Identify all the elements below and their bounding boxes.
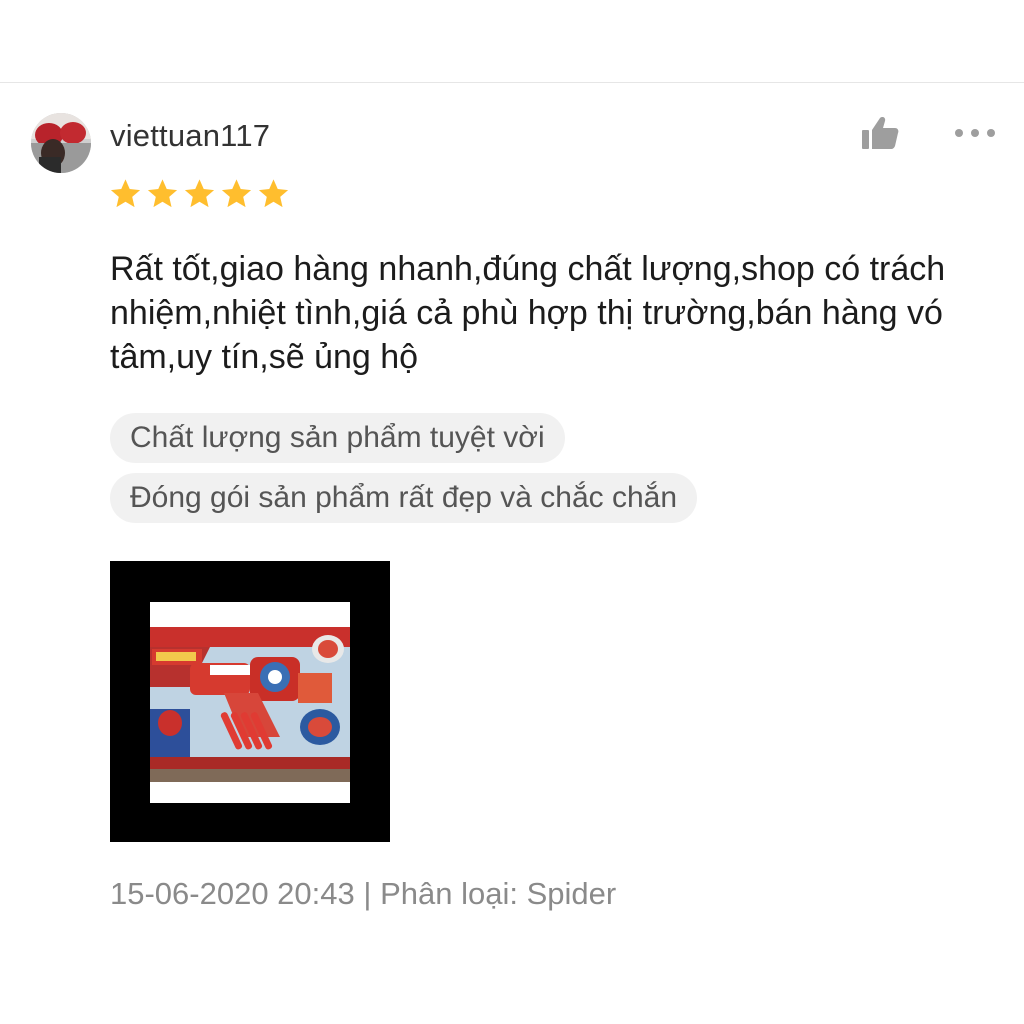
- rating-stars: [108, 176, 291, 214]
- thumbs-up-icon[interactable]: [858, 112, 902, 156]
- top-divider: [0, 82, 1024, 83]
- review-text: Rất tốt,giao hàng nhanh,đúng chất lượng,…: [110, 250, 946, 376]
- star-icon: [147, 179, 178, 208]
- more-options-icon[interactable]: [948, 118, 1002, 148]
- username: viettuan117: [110, 118, 271, 153]
- star-icon: [221, 179, 252, 208]
- review-meta: 15-06-2020 20:43 | Phân loại: Spider: [110, 876, 616, 912]
- avatar[interactable]: [31, 113, 91, 173]
- star-icon: [184, 179, 215, 208]
- review-date: 15-06-2020 20:43: [110, 876, 355, 911]
- star-icon: [110, 179, 141, 208]
- product-image: [150, 602, 350, 803]
- meta-separator: |: [363, 876, 372, 911]
- avatar-image: [31, 113, 91, 173]
- review-photo[interactable]: [110, 561, 390, 842]
- review-variation: Phân loại: Spider: [380, 876, 617, 911]
- star-icon: [258, 179, 289, 208]
- review-tag-quality: Chất lượng sản phẩm tuyệt vời: [110, 413, 565, 463]
- toy-box-image: [150, 627, 350, 782]
- review-tag-packaging: Đóng gói sản phẩm rất đẹp và chắc chắn: [110, 473, 698, 523]
